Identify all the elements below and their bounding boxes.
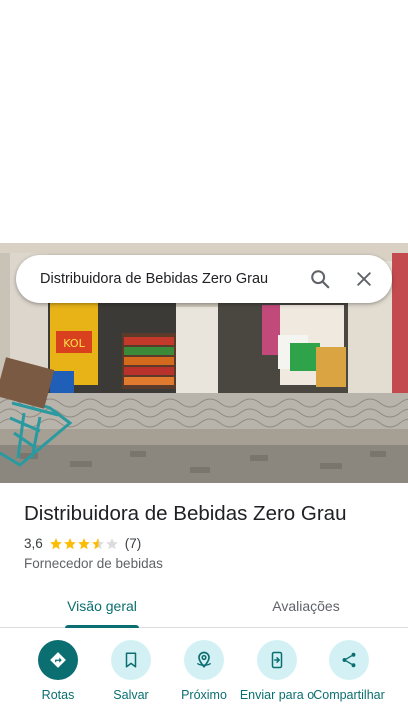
- place-details-screen: KOL Distribuidora de Bebidas Zero Grau D…: [0, 0, 408, 726]
- place-name: Distribuidora de Bebidas Zero Grau: [24, 502, 347, 525]
- tab-bar: Visão geral Avaliações: [0, 584, 408, 628]
- send-to-phone-button[interactable]: Enviar para o: [239, 640, 315, 702]
- share-label: Compartilhar: [313, 688, 385, 702]
- action-buttons: Rotas Salvar Próximo Enviar para o Compa: [0, 640, 408, 726]
- send-to-phone-icon: [257, 640, 297, 680]
- nearby-button[interactable]: Próximo: [166, 640, 242, 702]
- star-icon: [63, 537, 76, 549]
- directions-icon: [38, 640, 78, 680]
- directions-label: Rotas: [41, 688, 75, 702]
- place-category: Fornecedor de bebidas: [24, 556, 163, 571]
- nearby-label: Próximo: [181, 688, 227, 702]
- star-icon: [49, 537, 62, 549]
- bookmark-icon: [111, 640, 151, 680]
- star-icon: [77, 537, 90, 549]
- share-button[interactable]: Compartilhar: [311, 640, 387, 702]
- tab-reviews[interactable]: Avaliações: [204, 584, 408, 627]
- rating-value: 3,6: [24, 536, 43, 551]
- svg-text:KOL: KOL: [63, 337, 85, 350]
- search-input[interactable]: Distribuidora de Bebidas Zero Grau: [16, 271, 298, 287]
- send-to-phone-label: Enviar para o: [239, 688, 315, 702]
- star-rating: [49, 537, 119, 551]
- close-icon[interactable]: [342, 257, 386, 301]
- share-icon: [329, 640, 369, 680]
- save-button[interactable]: Salvar: [93, 640, 169, 702]
- review-count[interactable]: (7): [125, 536, 142, 551]
- tab-overview[interactable]: Visão geral: [0, 584, 204, 627]
- search-icon[interactable]: [298, 257, 342, 301]
- empty-star-icon: [105, 537, 118, 549]
- save-label: Salvar: [113, 688, 149, 702]
- directions-button[interactable]: Rotas: [20, 640, 96, 702]
- rating-row[interactable]: 3,6 (7): [24, 536, 141, 551]
- half-star-icon: [91, 537, 104, 549]
- nearby-icon: [184, 640, 224, 680]
- search-bar[interactable]: Distribuidora de Bebidas Zero Grau: [16, 255, 392, 303]
